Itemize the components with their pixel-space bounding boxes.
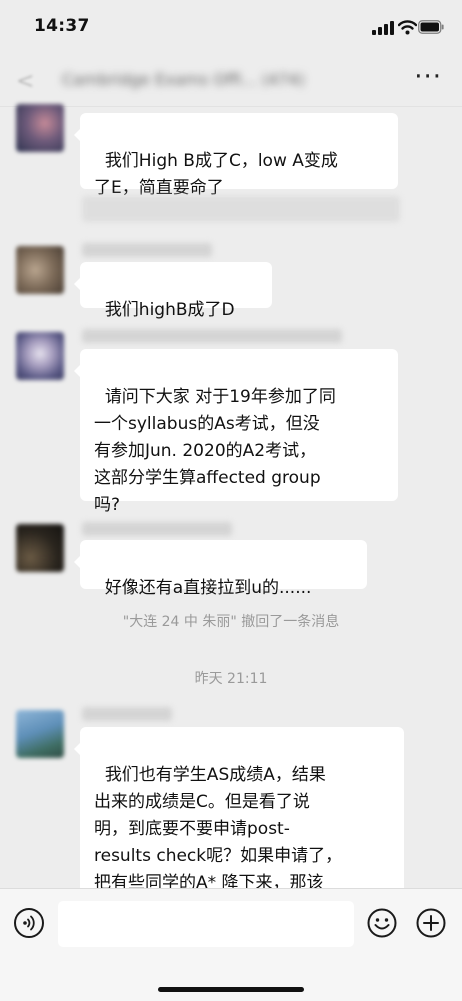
avatar[interactable] — [16, 104, 64, 152]
avatar[interactable] — [16, 332, 64, 380]
avatar[interactable] — [16, 246, 64, 294]
message-text: 好像还有a直接拉到u的...... — [104, 578, 312, 598]
signal-icon — [372, 21, 394, 35]
voice-icon[interactable] — [14, 908, 44, 938]
input-bar — [0, 888, 462, 1001]
quoted-message[interactable] — [82, 196, 400, 222]
chat-header: < Cambridge Exams Offi... (474) ··· — [0, 56, 462, 107]
home-indicator[interactable] — [158, 987, 304, 992]
message-bubble[interactable]: 请问下大家 对于19年参加了同 一个syllabus的As考试，但没 有参加Ju… — [74, 349, 398, 515]
chat-title: Cambridge Exams Offi... (474) — [62, 70, 305, 89]
chat-timestamp: 昨天 21:11 — [194, 671, 268, 687]
message-input[interactable] — [58, 901, 354, 947]
plus-icon[interactable] — [416, 908, 446, 938]
message-bubble[interactable]: 我们highB成了D — [74, 262, 272, 320]
status-bar: 14:37 — [0, 0, 462, 56]
message-bubble[interactable]: 我们High B成了C，low A变成 了E，简直要命了 — [74, 113, 398, 198]
battery-icon — [418, 20, 444, 34]
wifi-icon — [398, 20, 417, 35]
message-text: 请问下大家 对于19年参加了同 一个syllabus的As考试，但没 有参加Ju… — [94, 387, 336, 515]
message-bubble[interactable]: 好像还有a直接拉到u的...... — [74, 540, 367, 598]
recall-notice: "大连 24 中 朱丽" 撤回了一条消息 — [122, 614, 340, 630]
emoji-icon[interactable] — [367, 908, 397, 938]
sender-name — [82, 522, 232, 536]
message-text: 我们highB成了D — [104, 300, 235, 320]
back-icon[interactable]: < — [16, 69, 34, 94]
avatar[interactable] — [16, 710, 64, 758]
sender-name — [82, 243, 212, 257]
message-bubble[interactable]: 我们也有学生AS成绩A，结果 出来的成绩是C。但是看了说 明，到底要不要申请po… — [74, 727, 404, 920]
status-time: 14:37 — [34, 16, 90, 36]
sender-name — [82, 329, 342, 343]
sender-name — [82, 707, 172, 721]
avatar[interactable] — [16, 524, 64, 572]
message-text: 我们High B成了C，low A变成 了E，简直要命了 — [94, 151, 338, 198]
more-icon[interactable]: ··· — [414, 62, 442, 92]
